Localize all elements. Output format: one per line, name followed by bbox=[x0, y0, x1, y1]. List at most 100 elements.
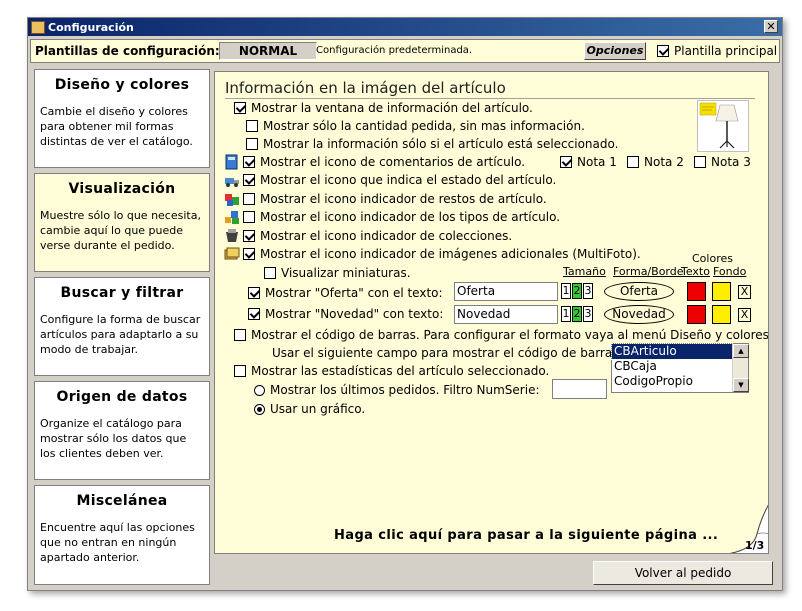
size-option-selected[interactable]: 2 bbox=[572, 306, 582, 322]
sidebar-item-title: Diseño y colores bbox=[54, 77, 190, 93]
oferta-shape-button[interactable]: Oferta bbox=[604, 282, 674, 301]
checkbox[interactable] bbox=[243, 193, 255, 205]
option-quantity-only[interactable]: Mostrar sólo la cantidad pedida, sin mas… bbox=[246, 119, 585, 133]
option-multifoto-icon[interactable]: Mostrar el icono indicador de imágenes a… bbox=[224, 246, 641, 262]
note-2-checkbox[interactable]: Nota 2 bbox=[627, 155, 684, 169]
title-divider bbox=[225, 98, 755, 99]
oferta-text-color-swatch[interactable] bbox=[687, 282, 706, 301]
radio-label: Usar un gráfico. bbox=[270, 402, 366, 416]
main-template-checkbox[interactable]: Plantilla principal bbox=[657, 44, 777, 58]
radio[interactable] bbox=[254, 384, 265, 396]
size-option[interactable]: 3 bbox=[583, 306, 593, 322]
checkbox[interactable] bbox=[243, 174, 255, 186]
template-description: Configuración predeterminada. bbox=[316, 45, 473, 56]
checkbox[interactable] bbox=[246, 138, 258, 150]
sidebar-item-origen[interactable]: Origen de datos Organize el catálogo par… bbox=[34, 381, 210, 480]
article-preview-image bbox=[697, 100, 749, 152]
checkbox[interactable] bbox=[243, 230, 255, 242]
option-barcode[interactable]: Mostrar el código de barras. Para config… bbox=[234, 328, 769, 342]
list-item[interactable]: CodigoPropio bbox=[612, 374, 732, 389]
note-1-checkbox[interactable]: Nota 1 bbox=[560, 155, 617, 169]
novedad-size-selector[interactable]: 1 2 3 bbox=[561, 306, 594, 322]
option-label: Mostrar el código de barras. Para config… bbox=[251, 328, 769, 342]
checkbox[interactable] bbox=[246, 120, 258, 132]
note-label: Nota 1 bbox=[577, 155, 617, 169]
barcode-field-label: Usar el siguiente campo para mostrar el … bbox=[272, 346, 623, 360]
back-to-order-button[interactable]: Volver al pedido bbox=[593, 561, 773, 585]
option-remnants-icon[interactable]: Mostrar el icono indicador de restos de … bbox=[224, 191, 547, 207]
template-toolbar: Plantillas de configuración: NORMAL Conf… bbox=[30, 39, 780, 63]
text-color-header: Texto bbox=[681, 265, 710, 278]
option-label: Mostrar el icono indicador de imágenes a… bbox=[260, 247, 641, 261]
option-novedad[interactable]: Mostrar "Novedad" con texto: bbox=[248, 307, 443, 321]
barcode-field-list[interactable]: CBArticulo CBCaja CodigoPropio ▲ ▼ bbox=[611, 343, 749, 393]
sidebar-item-visualizacion[interactable]: Visualización Muestre sólo lo que necesi… bbox=[34, 173, 210, 272]
radio-use-graph[interactable]: Usar un gráfico. bbox=[254, 402, 365, 416]
oferta-text-input[interactable]: Oferta bbox=[454, 282, 558, 301]
close-icon[interactable]: ✕ bbox=[764, 20, 778, 33]
sidebar-item-description: Cambie el diseño y colores para obtener … bbox=[40, 105, 193, 148]
option-label: Mostrar el icono que indica el estado de… bbox=[260, 173, 557, 187]
page-indicator: 1/3 bbox=[745, 539, 765, 552]
config-window: Configuración ✕ Plantillas de configurac… bbox=[27, 17, 783, 591]
option-collections-icon[interactable]: Mostrar el icono indicador de coleccione… bbox=[224, 228, 512, 244]
size-option[interactable]: 1 bbox=[561, 306, 571, 322]
comments-icon bbox=[224, 154, 240, 170]
option-status-icon[interactable]: Mostrar el icono que indica el estado de… bbox=[224, 172, 556, 188]
novedad-bg-color-swatch[interactable] bbox=[712, 305, 731, 324]
checkbox[interactable] bbox=[248, 308, 260, 320]
radio[interactable] bbox=[254, 403, 265, 415]
sidebar-item-miscelanea[interactable]: Miscelánea Encuentre aquí las opciones q… bbox=[34, 485, 210, 585]
checkbox[interactable] bbox=[243, 248, 255, 260]
app-icon bbox=[31, 20, 45, 34]
checkbox[interactable] bbox=[627, 156, 639, 168]
checkbox[interactable] bbox=[560, 156, 572, 168]
size-option[interactable]: 1 bbox=[561, 283, 571, 299]
option-oferta[interactable]: Mostrar "Oferta" con el texto: bbox=[248, 286, 443, 300]
size-header: Tamaño bbox=[563, 265, 606, 278]
template-mode-button[interactable]: NORMAL bbox=[219, 42, 317, 60]
option-label: Mostrar sólo la cantidad pedida, sin mas… bbox=[263, 119, 585, 133]
checkbox[interactable] bbox=[234, 365, 246, 377]
options-button[interactable]: Opciones bbox=[584, 42, 646, 60]
sidebar-item-buscar[interactable]: Buscar y filtrar Configure la forma de b… bbox=[34, 277, 210, 376]
checkbox[interactable] bbox=[234, 329, 246, 341]
size-option[interactable]: 3 bbox=[583, 283, 593, 299]
title-bar: Configuración ✕ bbox=[28, 18, 782, 36]
oferta-size-selector[interactable]: 1 2 3 bbox=[561, 283, 594, 299]
numserie-filter-input[interactable] bbox=[552, 379, 607, 399]
option-statistics[interactable]: Mostrar las estadísticas del artículo se… bbox=[234, 364, 549, 378]
checkbox[interactable] bbox=[694, 156, 706, 168]
checkbox[interactable] bbox=[243, 211, 255, 223]
list-item[interactable]: CBCaja bbox=[612, 359, 732, 374]
main-template-check-icon[interactable] bbox=[657, 45, 669, 57]
oferta-bg-color-swatch[interactable] bbox=[712, 282, 731, 301]
sidebar-item-title: Buscar y filtrar bbox=[60, 285, 184, 301]
option-only-selected[interactable]: Mostrar la información sólo si el artícu… bbox=[246, 137, 618, 151]
oferta-clear-button[interactable]: X bbox=[738, 285, 751, 299]
option-types-icon[interactable]: Mostrar el icono indicador de los tipos … bbox=[224, 209, 560, 225]
list-scrollbar[interactable]: ▲ ▼ bbox=[732, 344, 749, 392]
novedad-shape-button[interactable]: Novedad bbox=[604, 305, 674, 324]
list-item[interactable]: CBArticulo bbox=[611, 343, 733, 360]
novedad-clear-button[interactable]: X bbox=[738, 308, 751, 322]
size-option-selected[interactable]: 2 bbox=[572, 283, 582, 299]
next-page-link[interactable]: Haga clic aquí para pasar a la siguiente… bbox=[334, 528, 718, 543]
checkbox[interactable] bbox=[243, 156, 255, 168]
scroll-down-icon[interactable]: ▼ bbox=[733, 378, 749, 392]
scroll-up-icon[interactable]: ▲ bbox=[733, 344, 749, 358]
checkbox[interactable] bbox=[234, 102, 246, 114]
note-3-checkbox[interactable]: Nota 3 bbox=[694, 155, 751, 169]
checkbox[interactable] bbox=[248, 287, 260, 299]
novedad-text-color-swatch[interactable] bbox=[687, 305, 706, 324]
radio-last-orders[interactable]: Mostrar los últimos pedidos. Filtro NumS… bbox=[254, 383, 540, 397]
option-show-info-window[interactable]: Mostrar la ventana de información del ar… bbox=[234, 101, 533, 115]
option-label: Mostrar las estadísticas del artículo se… bbox=[251, 364, 550, 378]
checkbox[interactable] bbox=[264, 267, 276, 279]
option-comments-icon[interactable]: Mostrar el icono de comentarios de artíc… bbox=[224, 154, 525, 170]
option-thumbnails[interactable]: Visualizar miniaturas. bbox=[264, 266, 411, 280]
option-label: Mostrar el icono indicador de los tipos … bbox=[260, 210, 561, 224]
novedad-text-input[interactable]: Novedad bbox=[454, 305, 558, 324]
note-label: Nota 3 bbox=[711, 155, 751, 169]
sidebar-item-diseno[interactable]: Diseño y colores Cambie el diseño y colo… bbox=[34, 69, 210, 168]
